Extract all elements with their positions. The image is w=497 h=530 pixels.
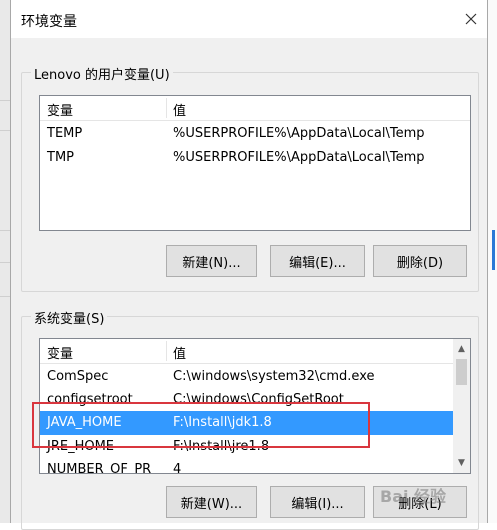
list-item[interactable]: ComSpec C:\windows\system32\cmd.exe xyxy=(40,365,470,389)
scroll-up-icon[interactable]: ▲ xyxy=(456,343,467,355)
user-delete-button[interactable]: 删除(D) xyxy=(373,245,467,277)
list-item[interactable]: TEMP %USERPROFILE%\AppData\Local\Temp xyxy=(40,122,470,146)
list-item[interactable]: TMP %USERPROFILE%\AppData\Local\Temp xyxy=(40,146,470,170)
annotation-highlight-box xyxy=(32,402,370,448)
system-list-header: 变量 值 xyxy=(40,339,470,364)
watermark: Bai 经验 xyxy=(380,478,490,512)
system-edit-button[interactable]: 编辑(I)... xyxy=(270,486,365,518)
title-bar: 环境变量 xyxy=(11,0,487,38)
user-variables-list[interactable]: 变量 值 TEMP %USERPROFILE%\AppData\Local\Te… xyxy=(39,95,471,231)
system-new-button[interactable]: 新建(W)... xyxy=(166,486,257,518)
variable-name: TMP xyxy=(47,150,74,165)
vertical-scrollbar[interactable]: ▲ ▼ xyxy=(453,339,470,473)
system-variables-label: 系统变量(S) xyxy=(31,308,108,327)
column-header-value[interactable]: 值 xyxy=(173,100,186,119)
list-item[interactable]: NUMBER_OF_PR 4 xyxy=(40,458,470,474)
user-variables-label: Lenovo 的用户变量(U) xyxy=(31,64,173,83)
scroll-down-icon[interactable]: ▼ xyxy=(456,457,467,469)
column-header-variable[interactable]: 变量 xyxy=(47,343,73,362)
watermark-text: Bai 经验 xyxy=(380,487,447,506)
variable-value: 4 xyxy=(173,462,182,474)
user-edit-button[interactable]: 编辑(E)... xyxy=(270,245,365,277)
variable-name: TEMP xyxy=(47,126,83,141)
variable-value: %USERPROFILE%\AppData\Local\Temp xyxy=(173,126,425,141)
user-list-header: 变量 值 xyxy=(40,96,470,121)
column-header-variable[interactable]: 变量 xyxy=(47,100,73,119)
variable-name: NUMBER_OF_PR xyxy=(47,462,152,474)
column-header-value[interactable]: 值 xyxy=(173,343,186,362)
user-new-button[interactable]: 新建(N)... xyxy=(166,245,257,277)
close-button[interactable] xyxy=(456,4,486,34)
dialog-title: 环境变量 xyxy=(21,14,77,30)
close-icon xyxy=(465,13,477,25)
scrollbar-thumb[interactable] xyxy=(456,359,467,385)
variable-name: ComSpec xyxy=(47,369,109,384)
variable-value: %USERPROFILE%\AppData\Local\Temp xyxy=(173,150,425,165)
variable-value: C:\windows\system32\cmd.exe xyxy=(173,369,375,384)
